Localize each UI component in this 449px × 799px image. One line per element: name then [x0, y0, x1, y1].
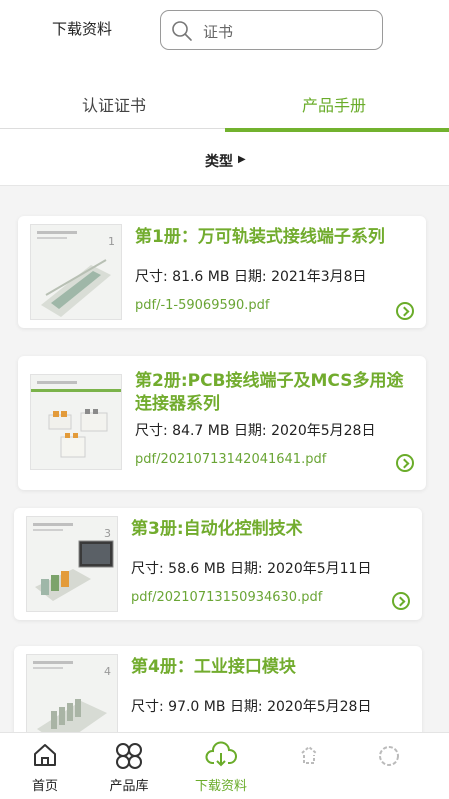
active-tab-indicator — [225, 128, 449, 132]
manual-cover-thumbnail — [30, 374, 122, 470]
manual-date: 日期: 2020年5月11日 — [229, 561, 372, 577]
download-cloud-icon — [205, 741, 237, 767]
list-item[interactable]: 第2册:PCB接线端子及MCS多用途连接器系列 尺寸: 84.7 MB 日期: … — [18, 356, 426, 490]
manual-cover-thumbnail: 3 — [26, 516, 118, 612]
manual-date: 日期: 2021年3月8日 — [233, 269, 367, 285]
tabbar-label: 产品库 — [109, 779, 149, 794]
list-item[interactable]: 1 第1册：万可轨装式接线端子系列 尺寸: 81.6 MB 日期: 2021年3… — [18, 216, 426, 328]
page-title: 下载资料 — [52, 20, 113, 38]
tabbar-label: 下载资料 — [194, 779, 247, 794]
manual-title: 第4册：工业接口模块 — [131, 657, 296, 677]
home-icon — [34, 744, 56, 766]
list-item[interactable]: 4 第4册：工业接口模块 尺寸: 97.0 MB 日期: 2020年5月28日 — [14, 646, 422, 732]
tabbar-item-4[interactable] — [264, 733, 354, 799]
manual-file-link[interactable]: pdf/20210713150934630.pdf — [131, 590, 322, 605]
manual-date: 日期: 2020年5月28日 — [233, 423, 376, 439]
manual-file-link[interactable]: pdf/-1-59069590.pdf — [135, 298, 270, 313]
blurred-icon — [379, 746, 399, 766]
manual-date: 日期: 2020年5月28日 — [229, 699, 372, 715]
manual-title: 第3册:自动化控制技术 — [131, 519, 303, 539]
tabbar-item-5[interactable] — [344, 733, 434, 799]
type-filter-label: 类型 — [205, 154, 233, 170]
blurred-icon — [301, 745, 317, 764]
manual-file-link[interactable]: pdf/20210713142041641.pdf — [135, 452, 326, 467]
tabbar-item-home[interactable]: 首页 — [0, 733, 90, 799]
manual-cover-thumbnail: 4 — [26, 654, 118, 732]
caret-right-icon: ▶ — [238, 154, 246, 165]
tab-product-manuals[interactable]: 产品手册 — [302, 92, 366, 116]
manual-title: 第2册:PCB接线端子及MCS多用途连接器系列 — [135, 371, 404, 414]
manual-size: 尺寸: 81.6 MB — [135, 269, 230, 285]
manual-list: 1 第1册：万可轨装式接线端子系列 尺寸: 81.6 MB 日期: 2021年3… — [0, 186, 449, 732]
tabbar-item-products[interactable]: 产品库 — [84, 733, 174, 799]
tab-certificates[interactable]: 认证证书 — [82, 92, 146, 116]
manual-size: 尺寸: 84.7 MB — [135, 423, 230, 439]
product-library-icon — [116, 743, 142, 769]
manual-cover-thumbnail: 1 — [30, 224, 122, 320]
manual-meta: 尺寸: 84.7 MB 日期: 2020年5月28日 — [135, 420, 375, 440]
bottom-tab-bar: 首页 产品库 下载资料 — [0, 732, 449, 799]
chevron-right-circle-icon[interactable] — [396, 302, 414, 320]
search-icon — [172, 21, 192, 41]
manual-meta: 尺寸: 97.0 MB 日期: 2020年5月28日 — [131, 696, 371, 716]
header: 下载资料 证书 — [0, 0, 449, 62]
chevron-right-circle-icon[interactable] — [392, 592, 410, 610]
manual-size: 尺寸: 58.6 MB — [131, 561, 226, 577]
search-input[interactable]: 证书 — [160, 10, 383, 50]
type-filter[interactable]: 类型 ▶ — [0, 134, 449, 186]
chevron-right-circle-icon[interactable] — [396, 454, 414, 472]
tabbar-item-downloads[interactable]: 下载资料 — [176, 733, 266, 799]
list-item[interactable]: 3 第3册:自动化控制技术 尺寸: 58.6 MB 日期: 2020年5月11日… — [14, 508, 422, 620]
search-placeholder: 证书 — [203, 23, 234, 41]
tab-bar: 认证证书 产品手册 — [0, 62, 449, 134]
tabbar-label: 首页 — [31, 779, 58, 794]
manual-size: 尺寸: 97.0 MB — [131, 699, 226, 715]
manual-meta: 尺寸: 81.6 MB 日期: 2021年3月8日 — [135, 266, 367, 286]
manual-meta: 尺寸: 58.6 MB 日期: 2020年5月11日 — [131, 558, 371, 578]
manual-title: 第1册：万可轨装式接线端子系列 — [135, 227, 385, 247]
